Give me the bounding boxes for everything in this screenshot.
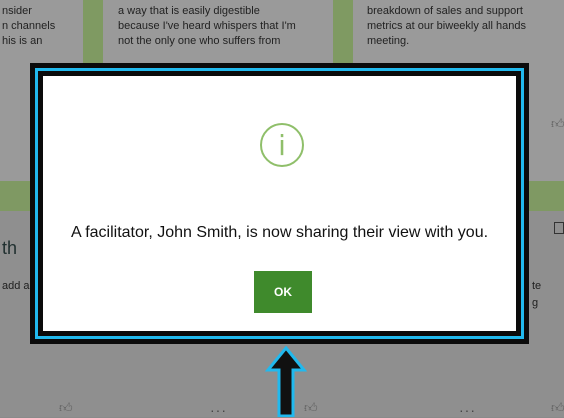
dialog-frame: i A facilitator, John Smith, is now shar…: [30, 63, 529, 344]
thumbs-up-icon[interactable]: 👍︎: [551, 400, 564, 416]
card-right-text: breakdown of sales and support metrics a…: [367, 5, 526, 47]
card-text-fragment: g: [532, 297, 539, 309]
info-icon: i: [260, 123, 304, 167]
more-options-icon[interactable]: ···: [459, 402, 476, 418]
card-left-text: nsider n channels his is an: [2, 5, 56, 47]
up-arrow-icon: [265, 346, 307, 417]
info-dialog: i A facilitator, John Smith, is now shar…: [43, 76, 516, 331]
card-text-fragment: add a: [2, 280, 30, 292]
card-title-fragment: th: [2, 238, 18, 258]
more-options-icon[interactable]: ···: [210, 402, 227, 418]
ok-button[interactable]: OK: [254, 271, 312, 313]
card-text-fragment: te: [532, 280, 542, 292]
thumbs-up-icon[interactable]: 👍︎: [551, 116, 564, 132]
checkbox-icon[interactable]: [554, 222, 564, 234]
thumbs-up-icon[interactable]: 👍︎: [59, 400, 73, 416]
card-middle-text: a way that is easily digestible because …: [118, 5, 296, 47]
dialog-message: A facilitator, John Smith, is now sharin…: [70, 224, 489, 241]
